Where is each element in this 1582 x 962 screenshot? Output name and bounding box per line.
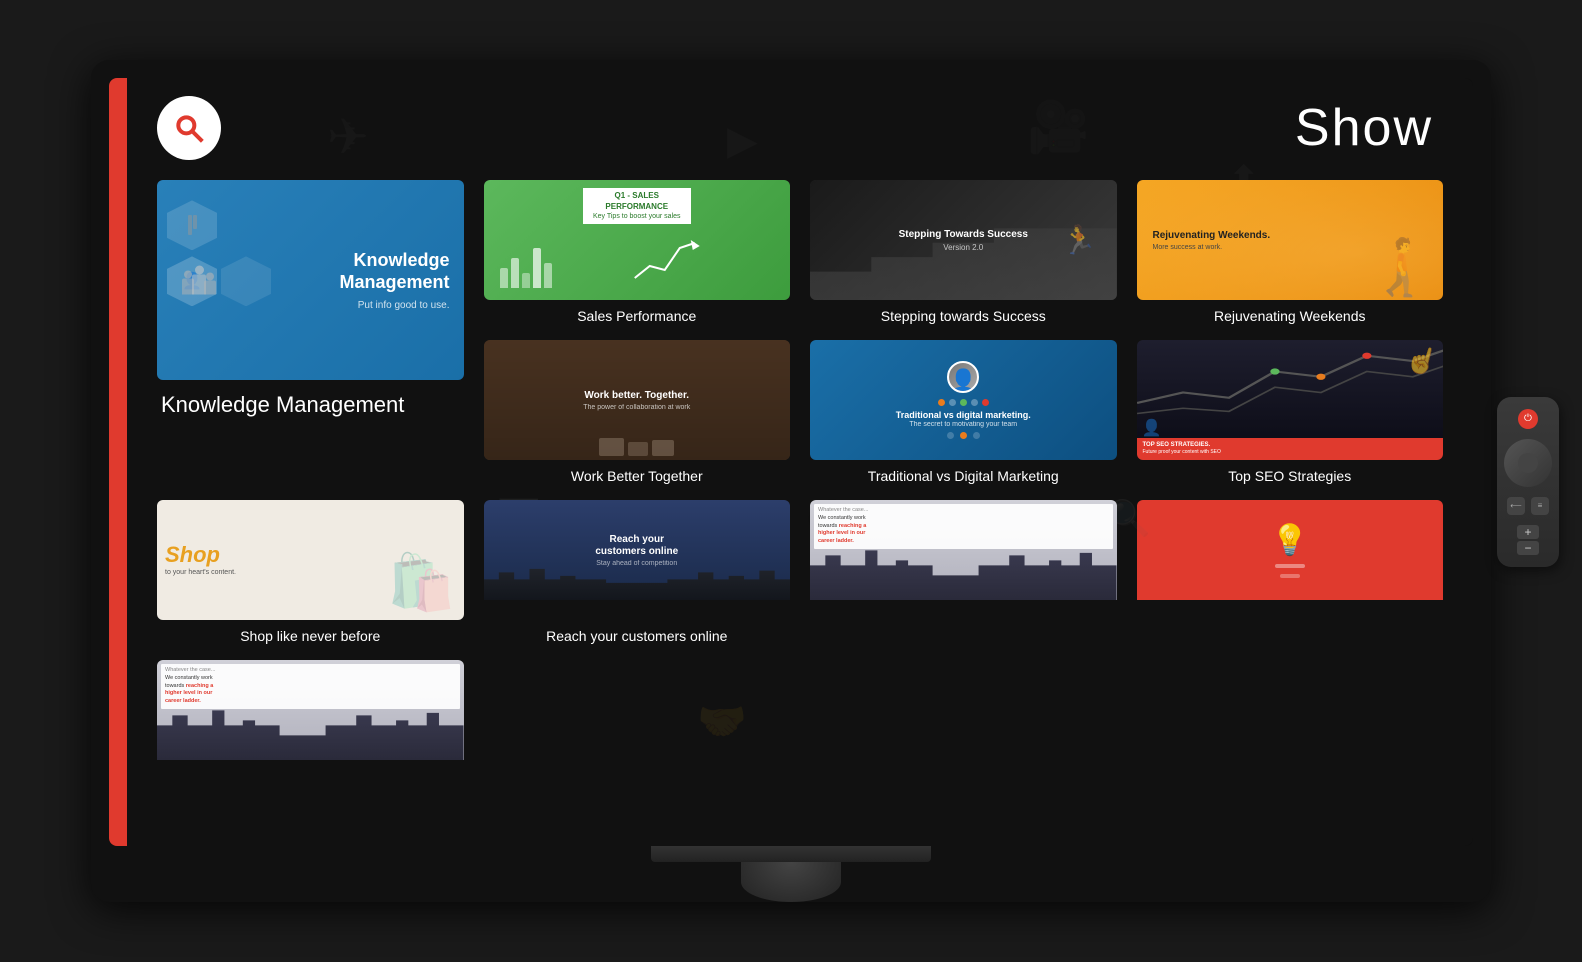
red-accent-bar bbox=[109, 78, 127, 845]
button-row-1: ⟵ ≡ bbox=[1507, 497, 1549, 515]
card-reach-customers[interactable]: Reach yourcustomers online Stay ahead of… bbox=[484, 500, 791, 644]
thumb-red-idea: 💡 bbox=[1137, 500, 1444, 620]
traditional-title: Traditional vs digital marketing. bbox=[896, 410, 1031, 421]
career1-text: We constantly worktowards reaching ahigh… bbox=[818, 515, 1109, 546]
bulb-icon: 💡 bbox=[1271, 523, 1308, 558]
traditional-label: Traditional vs Digital Marketing bbox=[810, 468, 1117, 484]
work-title: Work better. Together. bbox=[583, 390, 690, 402]
reach-label: Reach your customers online bbox=[484, 628, 791, 644]
reach-title: Reach yourcustomers online bbox=[595, 534, 678, 558]
card-top-seo[interactable]: ☝️ 👤 TOP SEO STRATEGIES.Future proof you… bbox=[1137, 340, 1444, 484]
menu-button[interactable]: ≡ bbox=[1531, 497, 1549, 515]
tv-screen: ✈ ▶ 🎥 ⬆ 💡 📐 💬 📊 🔍 🤝 bbox=[109, 78, 1473, 845]
thumb-rejuvenating: 🚶 Rejuvenating Weekends. More success at… bbox=[1137, 180, 1444, 300]
shop-title: Shop bbox=[165, 544, 236, 566]
rejuv-title: Rejuvenating Weekends. bbox=[1153, 230, 1436, 242]
stand-dome bbox=[741, 862, 841, 902]
knowledge-thumb-title: KnowledgeManagement bbox=[339, 250, 449, 293]
sales-label: Sales Performance bbox=[484, 308, 791, 324]
stand-base bbox=[651, 846, 931, 862]
sales-thumb-line1: Q1 - SALES bbox=[593, 191, 681, 201]
thumb-work-together: Work better. Together. The power of coll… bbox=[484, 340, 791, 460]
thumb-knowledge-management: 👤 bbox=[157, 180, 464, 380]
success-thumb-title: Stepping Towards Success bbox=[899, 228, 1028, 241]
search-button[interactable] bbox=[157, 96, 221, 160]
thumb-stepping-success: 🏃 Stepping Towards Success Version 2.0 bbox=[810, 180, 1117, 300]
shop-label: Shop like never before bbox=[157, 628, 464, 644]
card-career-1[interactable]: Whatever the case... We constantly workt… bbox=[810, 500, 1117, 644]
thumb-sales-performance: Q1 - SALES PERFORMANCE Key Tips to boost… bbox=[484, 180, 791, 300]
power-button[interactable]: ⏻ bbox=[1518, 409, 1538, 429]
knowledge-thumb-sub: Put info good to use. bbox=[339, 299, 449, 310]
seo-bar-text: TOP SEO STRATEGIES.Future proof your con… bbox=[1143, 442, 1221, 456]
shop-sub: to your heart's content. bbox=[165, 568, 236, 577]
back-button[interactable]: ⟵ bbox=[1507, 497, 1525, 515]
card-work-together[interactable]: Work better. Together. The power of coll… bbox=[484, 340, 791, 484]
rejuv-sub: More success at work. bbox=[1153, 244, 1436, 251]
content-grid: 👤 bbox=[127, 170, 1473, 790]
volume-control: + − bbox=[1517, 525, 1539, 555]
thumb-top-seo: ☝️ 👤 TOP SEO STRATEGIES.Future proof you… bbox=[1137, 340, 1444, 460]
tv-stand bbox=[109, 846, 1473, 902]
card-stepping-success[interactable]: 🏃 Stepping Towards Success Version 2.0 S… bbox=[810, 180, 1117, 324]
remote-control: ⏻ ⟵ ≡ + − bbox=[1497, 397, 1559, 567]
reach-sub: Stay ahead of competition bbox=[595, 560, 678, 567]
card-career-2[interactable]: Whatever the case... We constantly workt… bbox=[157, 660, 464, 780]
nav-center bbox=[1518, 453, 1538, 473]
success-label: Stepping towards Success bbox=[810, 308, 1117, 324]
sales-thumb-line2: PERFORMANCE bbox=[593, 202, 681, 212]
tv-frame: ✈ ▶ 🎥 ⬆ 💡 📐 💬 📊 🔍 🤝 bbox=[91, 60, 1491, 901]
thumb-traditional-digital: 👤 bbox=[810, 340, 1117, 460]
card-red-idea[interactable]: 💡 bbox=[1137, 500, 1444, 644]
header: Show bbox=[127, 78, 1473, 170]
thumb-career-1: Whatever the case... We constantly workt… bbox=[810, 500, 1117, 620]
card-sales-performance[interactable]: Q1 - SALES PERFORMANCE Key Tips to boost… bbox=[484, 180, 791, 324]
card-knowledge-management[interactable]: 👤 bbox=[157, 180, 464, 484]
nav-pad[interactable] bbox=[1504, 439, 1552, 487]
traditional-sub: The secret to motivating your team bbox=[896, 421, 1031, 428]
career2-text: We constantly worktowards reaching ahigh… bbox=[165, 675, 456, 706]
sales-thumb-sub: Key Tips to boost your sales bbox=[593, 212, 681, 221]
career1-whatever: Whatever the case... bbox=[818, 507, 1109, 515]
screen-content: ✈ ▶ 🎥 ⬆ 💡 📐 💬 📊 🔍 🤝 bbox=[127, 78, 1473, 845]
volume-down[interactable]: − bbox=[1517, 541, 1539, 555]
thumb-career-2: Whatever the case... We constantly workt… bbox=[157, 660, 464, 780]
volume-up[interactable]: + bbox=[1517, 525, 1539, 539]
thumb-reach-customers: Reach yourcustomers online Stay ahead of… bbox=[484, 500, 791, 620]
card-shop[interactable]: 🛍️ Shop to your heart's content. Shop li… bbox=[157, 500, 464, 644]
knowledge-label: Knowledge Management bbox=[157, 392, 464, 418]
success-thumb-sub: Version 2.0 bbox=[899, 243, 1028, 252]
career2-whatever: Whatever the case... bbox=[165, 667, 456, 675]
work-sub: The power of collaboration at work bbox=[583, 404, 690, 411]
thumb-shop: 🛍️ Shop to your heart's content. bbox=[157, 500, 464, 620]
rejuv-label: Rejuvenating Weekends bbox=[1137, 308, 1444, 324]
page-title: Show bbox=[1295, 98, 1433, 158]
work-label: Work Better Together bbox=[484, 468, 791, 484]
card-traditional-digital[interactable]: 👤 bbox=[810, 340, 1117, 484]
seo-label: Top SEO Strategies bbox=[1137, 468, 1444, 484]
card-rejuvenating[interactable]: 🚶 Rejuvenating Weekends. More success at… bbox=[1137, 180, 1444, 324]
